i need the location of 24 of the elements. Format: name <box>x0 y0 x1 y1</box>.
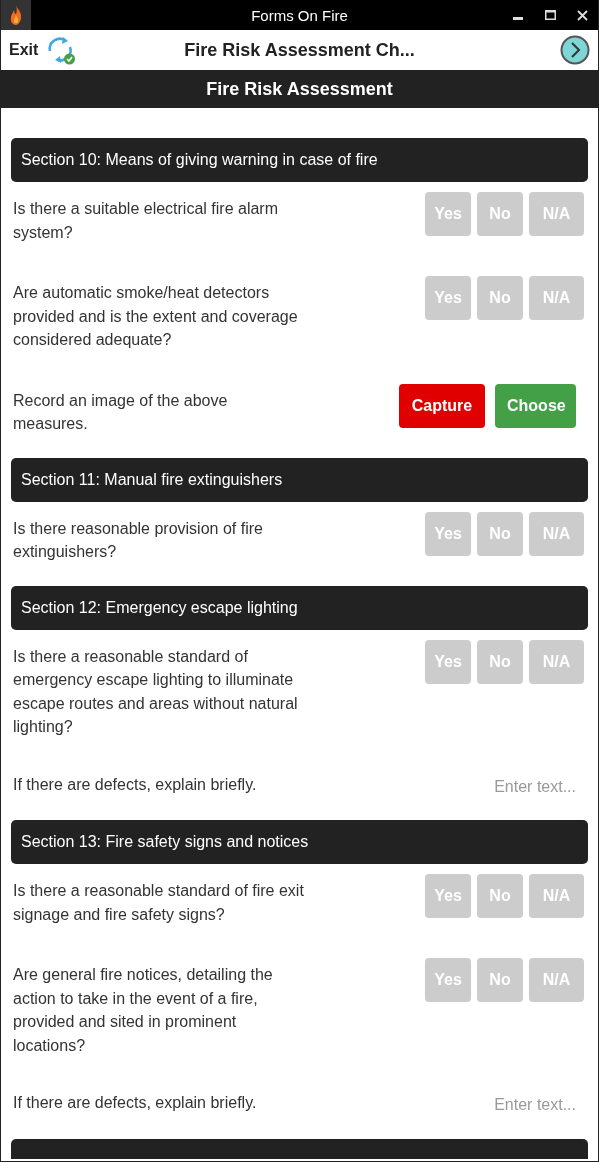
flame-icon <box>10 5 22 25</box>
question-text: Is there reasonable provision of fire extinguishers? <box>13 518 264 562</box>
sync-icon[interactable] <box>46 35 77 65</box>
question-text: If there are defects, explain briefly. <box>13 774 258 795</box>
question-text: Are automatic smoke/heat detectors provided and is the extent and coverage considered adequate? <box>13 283 299 350</box>
question-text: Is there a suitable electrical fire alarm system? <box>13 199 279 243</box>
section-header: Section 11: Manual fire extinguishers <box>11 457 588 502</box>
question-text: Are general fire notices, detailing the action to take in the event of a fire, provided and sited in prominent locations? <box>13 965 274 1056</box>
section-header: Section 10: Means of giving warning in case of fire <box>11 138 588 182</box>
question-text: Is there a reasonable standard of emergency escape lighting to illuminate escape routes and areas without natural lighting? <box>13 646 299 737</box>
form-name: Fire Risk Assessment Ch... <box>184 39 415 60</box>
question-text: Is there a reasonable standard of fire exit signage and fire safety signs? <box>13 881 305 925</box>
choose-button[interactable]: Choose <box>495 383 576 428</box>
question-text: Record an image of the above measures. <box>13 390 229 434</box>
section-header: Section 12: Emergency escape lighting <box>11 585 588 630</box>
form-title: Fire Risk Assessment <box>206 78 393 100</box>
section-header: Section 13: Fire safety signs and notices <box>11 820 588 864</box>
capture-button[interactable]: Capture <box>399 383 485 428</box>
next-icon[interactable] <box>560 35 590 65</box>
text-field[interactable]: Enter text... <box>456 772 584 796</box>
text-field[interactable]: Enter text... <box>456 1091 584 1115</box>
exit-button[interactable]: Exit <box>9 41 39 59</box>
question-text: If there are defects, explain briefly. <box>13 1093 258 1113</box>
window-title: Forms On Fire <box>251 6 348 24</box>
